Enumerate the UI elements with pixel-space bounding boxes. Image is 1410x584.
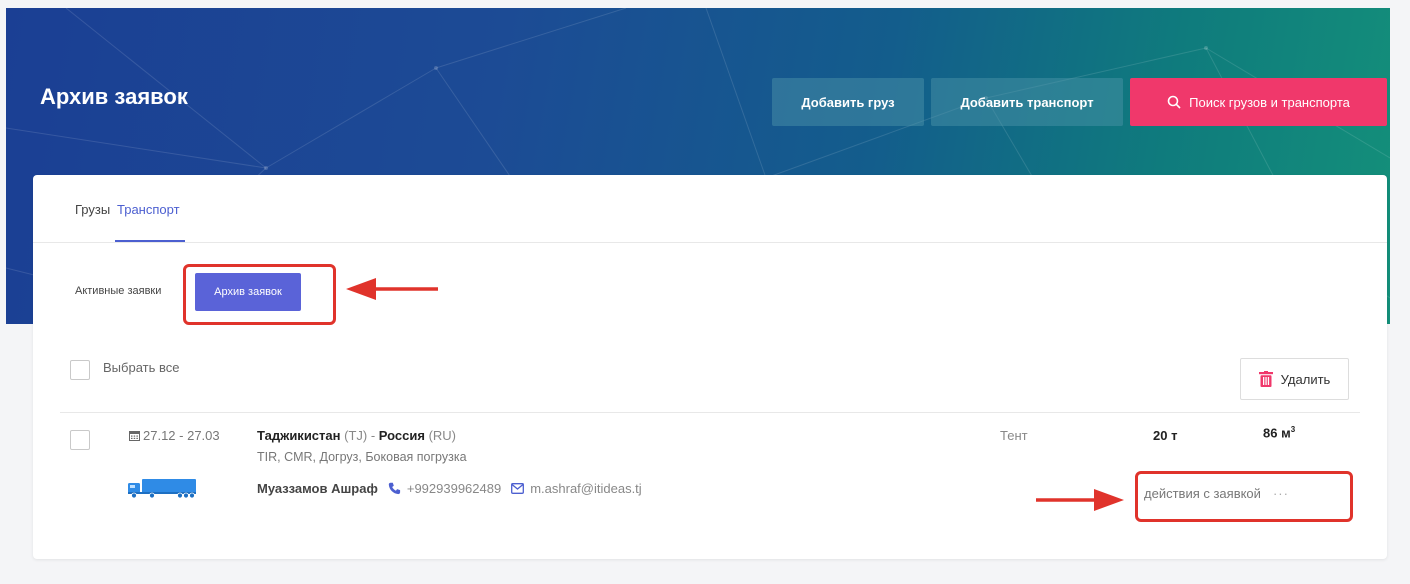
truck-icon	[128, 479, 196, 499]
item-details: TIR, CMR, Догруз, Боковая погрузка	[257, 450, 467, 464]
active-tab-indicator	[115, 240, 185, 242]
list-divider	[60, 412, 1360, 413]
route-separator: -	[367, 428, 379, 443]
delete-button[interactable]: Удалить	[1240, 358, 1349, 400]
route-to-country: Россия	[378, 428, 425, 443]
requests-card: Грузы Транспорт Активные заявки Архив за…	[33, 175, 1387, 559]
contact-phone[interactable]: +992939962489	[407, 481, 501, 496]
item-route[interactable]: Таджикистан (TJ) - Россия (RU)	[257, 428, 456, 443]
item-contact: Муаззамов Ашраф +992939962489 m.ashraf@i…	[257, 481, 642, 496]
subtab-archive-button[interactable]: Архив заявок	[195, 273, 301, 311]
add-cargo-label: Добавить груз	[801, 94, 895, 110]
contact-email[interactable]: m.ashraf@itideas.tj	[530, 481, 641, 496]
tab-cargo[interactable]: Грузы	[75, 202, 110, 217]
trash-icon	[1258, 371, 1273, 387]
item-checkbox[interactable]	[70, 430, 90, 450]
delete-label: Удалить	[1280, 371, 1331, 387]
select-all-label: Выбрать все	[103, 360, 180, 375]
route-from-country: Таджикистан	[257, 428, 341, 443]
phone-icon	[388, 482, 400, 495]
item-date-text: 27.12 - 27.03	[143, 428, 220, 443]
route-to-code: (RU)	[428, 428, 456, 443]
route-from-code: (TJ)	[344, 428, 368, 443]
item-volume-value: 86 м	[1263, 425, 1291, 441]
calendar-icon	[129, 431, 140, 441]
request-actions-menu[interactable]: действия с заявкой ···	[1144, 486, 1289, 501]
page-title: Архив заявок	[40, 84, 188, 109]
item-volume: 86 м3	[1263, 425, 1295, 440]
mail-icon	[511, 483, 525, 494]
item-date: 27.12 - 27.03	[129, 428, 220, 443]
request-actions-label: действия с заявкой	[1144, 486, 1261, 501]
contact-name: Муаззамов Ашраф	[257, 481, 378, 496]
search-cargo-transport-button[interactable]: Поиск грузов и транспорта	[1130, 78, 1387, 126]
add-transport-button[interactable]: Добавить транспорт	[931, 78, 1123, 126]
tabs-bar: Грузы Транспорт	[33, 175, 1387, 243]
add-transport-label: Добавить транспорт	[960, 94, 1094, 110]
select-all-checkbox[interactable]	[70, 360, 90, 380]
subtab-active-requests[interactable]: Активные заявки	[75, 285, 161, 297]
item-weight: 20 т	[1153, 428, 1178, 443]
add-cargo-button[interactable]: Добавить груз	[772, 78, 924, 126]
more-dots-icon: ···	[1272, 486, 1289, 501]
search-icon	[1167, 95, 1181, 109]
search-label: Поиск грузов и транспорта	[1189, 94, 1350, 110]
item-volume-unit-sup: 3	[1290, 425, 1296, 434]
tab-transport[interactable]: Транспорт	[117, 202, 180, 217]
item-truck-type: Тент	[1000, 428, 1028, 443]
